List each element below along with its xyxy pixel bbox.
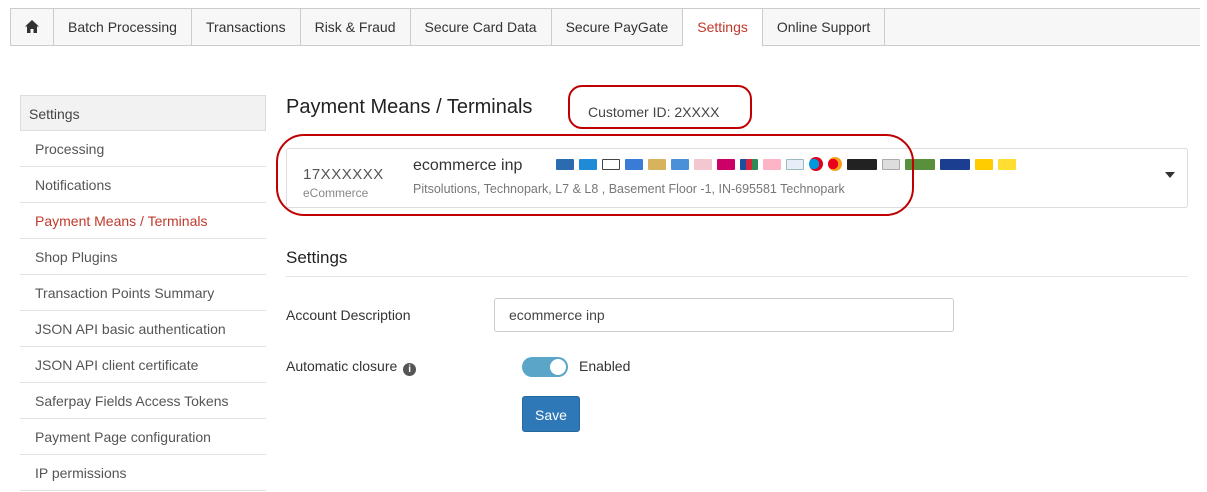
settings-sidebar: Settings Processing Notifications Paymen… — [20, 95, 266, 491]
account-description-input[interactable] — [494, 298, 954, 332]
postfinance-logo-icon — [998, 158, 1016, 170]
home-tab[interactable] — [10, 9, 54, 45]
toggle-knob — [550, 359, 566, 375]
tab-secure-paygate[interactable]: Secure PayGate — [552, 9, 684, 45]
sidebar-heading: Settings — [20, 95, 266, 131]
chevron-down-icon[interactable] — [1165, 172, 1175, 178]
sidebar-item-processing[interactable]: Processing — [20, 131, 266, 167]
automatic-closure-toggle[interactable] — [522, 357, 568, 377]
sidebar-item-shop-plugins[interactable]: Shop Plugins — [20, 239, 266, 275]
tab-online-support[interactable]: Online Support — [763, 9, 886, 45]
info-icon[interactable]: i — [403, 363, 417, 376]
tab-settings[interactable]: Settings — [683, 9, 763, 47]
postfinance-logo-icon — [975, 158, 993, 170]
page-title: Payment Means / Terminals — [286, 96, 533, 118]
sidebar-item-json-client-cert[interactable]: JSON API client certificate — [20, 347, 266, 383]
sidebar-item-payment-means[interactable]: Payment Means / Terminals — [20, 203, 266, 239]
home-icon — [25, 20, 39, 33]
paypal-logo-icon — [940, 158, 970, 170]
toggle-state-label: Enabled — [579, 358, 631, 374]
automatic-closure-text: Automatic closure — [286, 358, 398, 374]
customer-id-annotation — [568, 85, 752, 129]
sidebar-item-transaction-points[interactable]: Transaction Points Summary — [20, 275, 266, 311]
sidebar-item-ip-permissions[interactable]: IP permissions — [20, 455, 266, 491]
sidebar-item-json-basic-auth[interactable]: JSON API basic authentication — [20, 311, 266, 347]
account-description-label: Account Description — [286, 307, 411, 323]
divider — [286, 276, 1188, 277]
save-button[interactable]: Save — [522, 396, 580, 432]
top-nav: Batch Processing Transactions Risk & Fra… — [10, 8, 1200, 47]
terminal-annotation — [276, 134, 914, 216]
tab-secure-card-data[interactable]: Secure Card Data — [411, 9, 552, 45]
tab-transactions[interactable]: Transactions — [192, 9, 301, 45]
tab-batch-processing[interactable]: Batch Processing — [54, 9, 192, 45]
sidebar-item-saferpay-fields[interactable]: Saferpay Fields Access Tokens — [20, 383, 266, 419]
settings-section-title: Settings — [286, 248, 348, 267]
automatic-closure-label: Automatic closure i — [286, 358, 417, 376]
sidebar-item-payment-page-config[interactable]: Payment Page configuration — [20, 419, 266, 455]
tab-risk-fraud[interactable]: Risk & Fraud — [301, 9, 411, 45]
sidebar-item-notifications[interactable]: Notifications — [20, 167, 266, 203]
